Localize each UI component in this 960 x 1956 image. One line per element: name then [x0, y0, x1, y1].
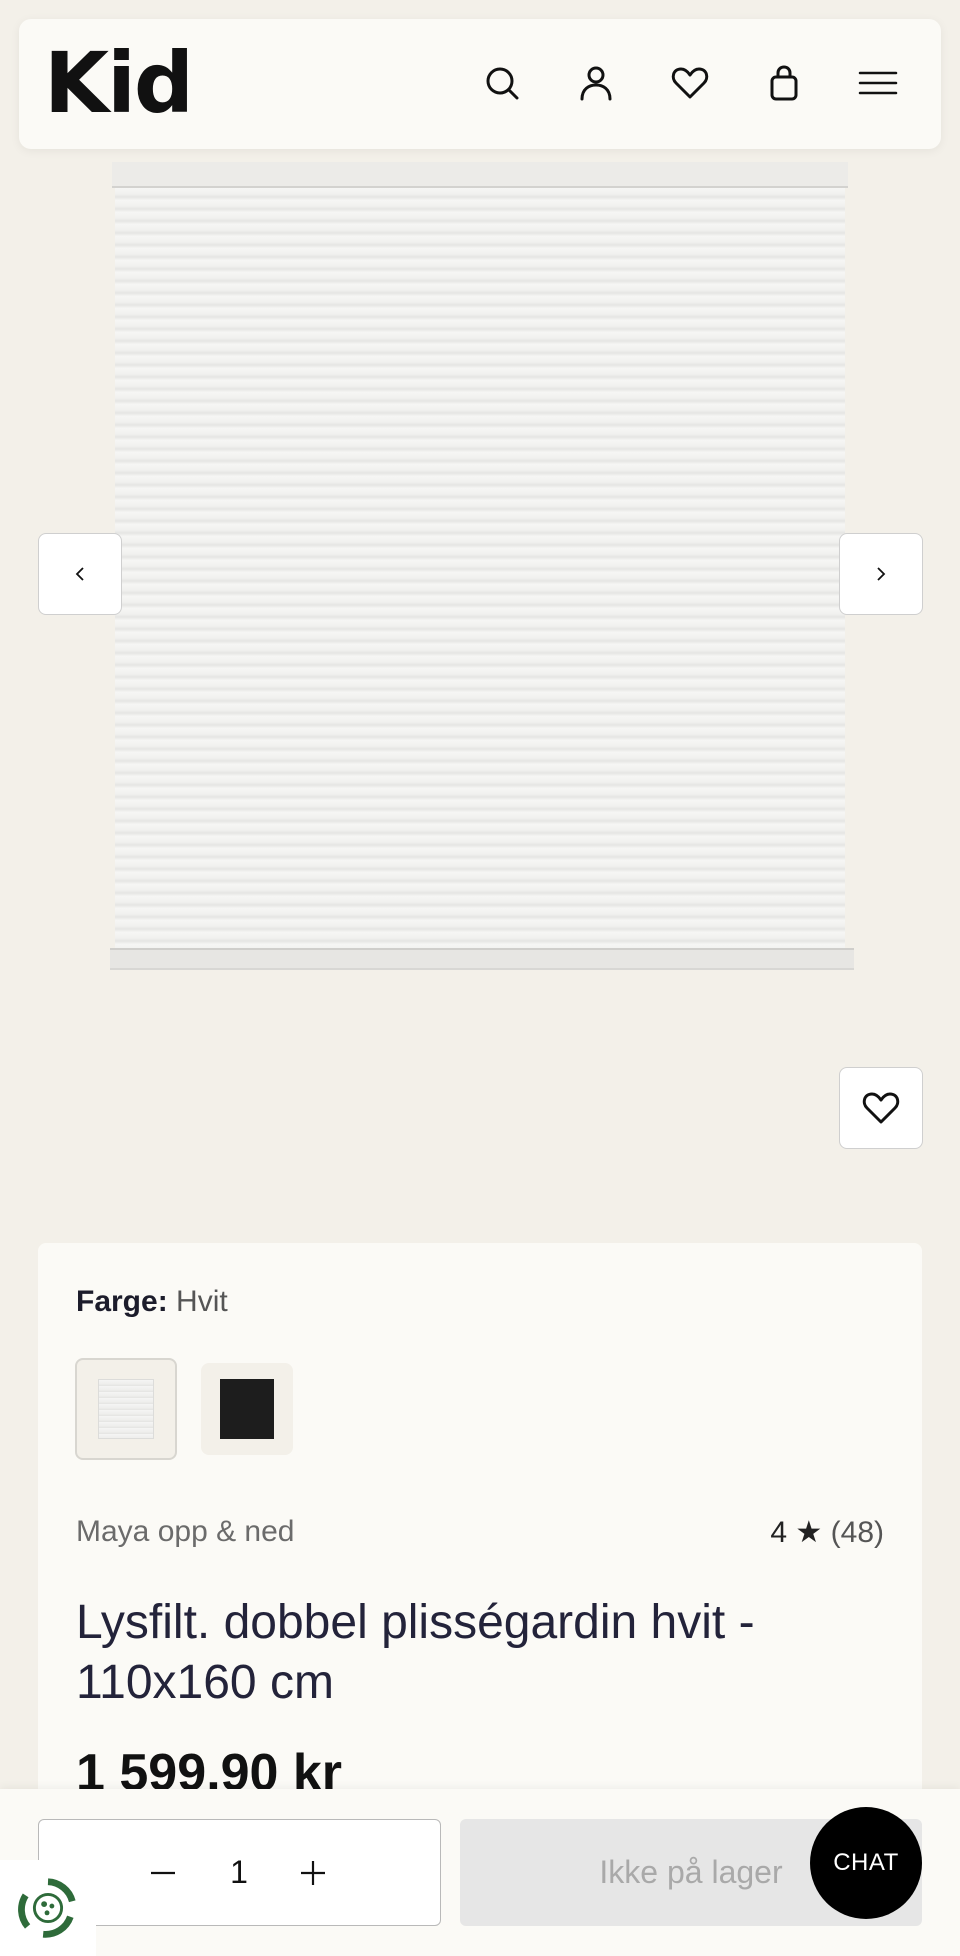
chevron-right-icon [877, 567, 886, 581]
brand-name[interactable]: Maya opp & ned [76, 1515, 294, 1548]
swatch-svart-image [220, 1379, 274, 1439]
brand-rating-row: Maya opp & ned 4 ★ (48) [76, 1515, 884, 1549]
account-icon[interactable] [572, 59, 620, 107]
blind-bottomrail [110, 948, 854, 970]
quantity-stepper: 1 [38, 1819, 441, 1926]
recycle-icon [18, 1878, 76, 1938]
product-title: Lysfilt. dobbel plisségardin hvit - 110x… [76, 1596, 755, 1709]
product-gallery [0, 150, 960, 1240]
swatch-svart[interactable] [201, 1363, 293, 1455]
star-icon: ★ [795, 1516, 823, 1549]
heart-icon [862, 1092, 900, 1124]
heart-icon[interactable] [666, 59, 714, 107]
gallery-next-button[interactable] [839, 533, 923, 615]
color-value: Hvit [176, 1285, 228, 1318]
rating[interactable]: 4 ★ (48) [770, 1515, 884, 1550]
quantity-increase-button[interactable] [293, 1853, 333, 1893]
site-header: Kid [19, 19, 941, 149]
menu-icon[interactable] [854, 59, 902, 107]
swatch-hvit-image [98, 1379, 154, 1439]
logo[interactable]: Kid [44, 41, 194, 125]
quantity-value[interactable]: 1 [219, 1854, 259, 1891]
bag-icon[interactable] [760, 59, 808, 107]
gallery-prev-button[interactable] [38, 533, 122, 615]
product-info-panel: Farge: Hvit Maya opp & ned 4 ★ (48) Lysf… [38, 1243, 922, 1803]
minus-icon [151, 1871, 175, 1875]
review-count: (48) [830, 1516, 884, 1549]
chevron-left-icon [75, 567, 84, 581]
search-icon[interactable] [478, 59, 526, 107]
color-label: Farge: [76, 1285, 168, 1318]
blind-fabric [115, 188, 845, 948]
blind-headrail [112, 162, 848, 188]
color-selector-label: Farge: Hvit [76, 1285, 228, 1319]
eco-badge[interactable] [0, 1860, 96, 1956]
chat-button[interactable]: CHAT [810, 1807, 922, 1919]
quantity-decrease-button[interactable] [143, 1853, 183, 1893]
plus-icon [301, 1861, 325, 1885]
rating-value: 4 [770, 1516, 788, 1549]
product-image[interactable] [110, 162, 854, 992]
swatch-hvit[interactable] [75, 1358, 177, 1460]
favorite-button[interactable] [839, 1067, 923, 1149]
